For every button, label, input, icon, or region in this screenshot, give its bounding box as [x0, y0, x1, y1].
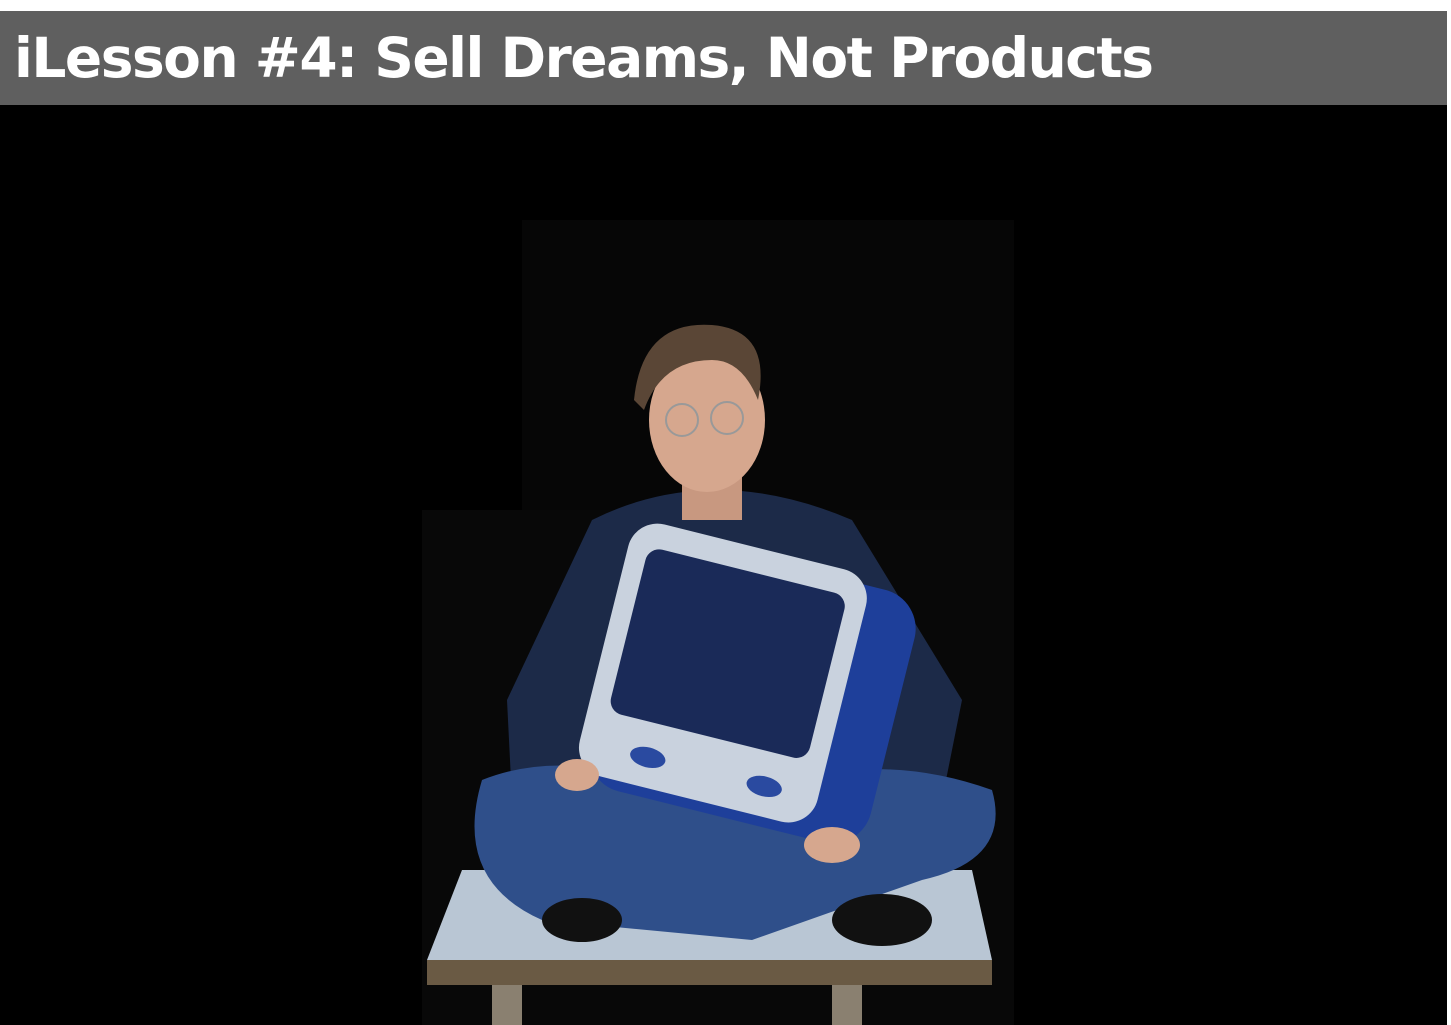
- photo: [422, 220, 1014, 1025]
- table-edge: [427, 960, 992, 985]
- slide: iLesson #4: Sell Dreams, Not Products: [0, 11, 1447, 1025]
- hand: [555, 759, 599, 791]
- shoe: [832, 894, 932, 946]
- table-leg: [492, 985, 522, 1025]
- shoe: [542, 898, 622, 942]
- table-leg: [832, 985, 862, 1025]
- hand: [804, 827, 860, 863]
- title-bar: iLesson #4: Sell Dreams, Not Products: [0, 11, 1447, 105]
- slide-title: iLesson #4: Sell Dreams, Not Products: [14, 26, 1154, 90]
